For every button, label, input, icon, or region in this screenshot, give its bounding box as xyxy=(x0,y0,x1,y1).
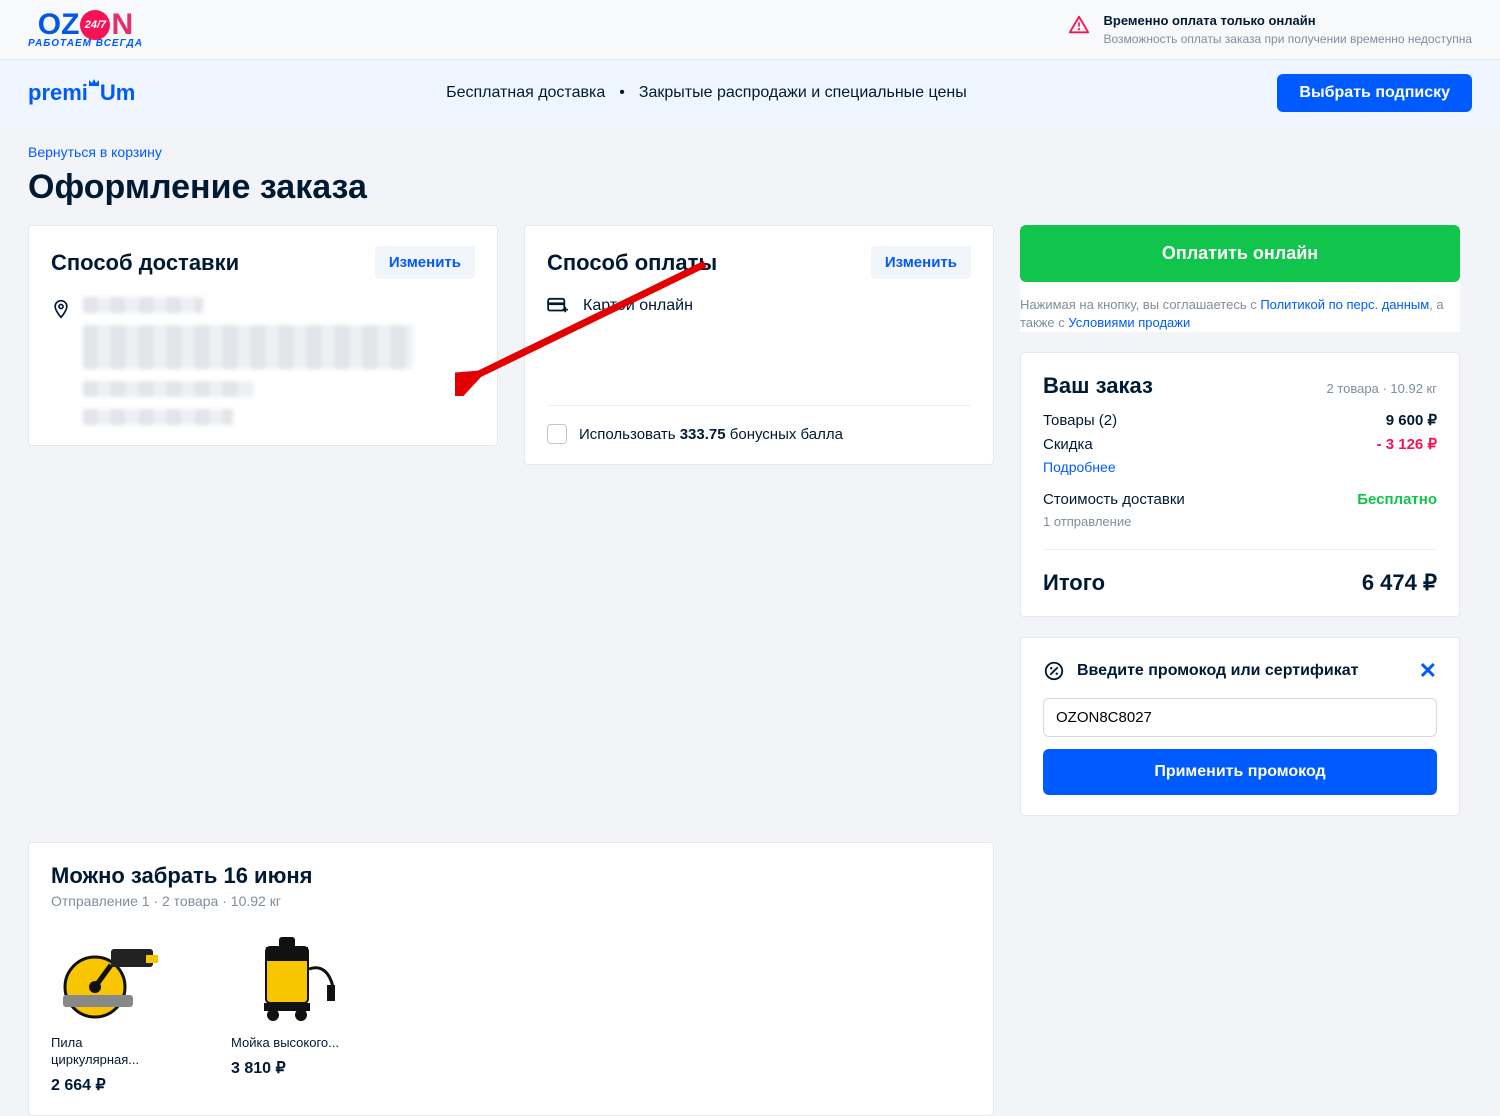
premium-logo[interactable]: premi Um xyxy=(28,80,135,106)
notice-title: Временно оплата только онлайн xyxy=(1104,12,1472,30)
goods-label: Товары (2) xyxy=(1043,412,1117,429)
payment-card: Способ оплаты Изменить Картой онлайн Исп… xyxy=(524,225,994,465)
change-delivery-button[interactable]: Изменить xyxy=(375,246,475,279)
pickup-sub: Отправление 1 · 2 товара · 10.92 кг xyxy=(51,893,971,909)
logo-tagline: РАБОТАЕМ ВСЕГДА xyxy=(28,39,143,49)
goods-value: 9 600 ₽ xyxy=(1386,411,1437,429)
item-name: Пила циркулярная... xyxy=(51,1035,171,1069)
shipping-sub: 1 отправление xyxy=(1043,514,1437,529)
item-price: 3 810 ₽ xyxy=(231,1058,351,1078)
logo-247-badge: 24/7 xyxy=(80,10,110,40)
order-item[interactable]: Мойка высокого... 3 810 ₽ xyxy=(231,935,351,1095)
item-thumbnail xyxy=(51,935,161,1025)
logo-text: OZ 24/7 N xyxy=(38,10,133,40)
apply-promo-button[interactable]: Применить промокод xyxy=(1043,749,1437,795)
change-payment-button[interactable]: Изменить xyxy=(871,246,971,279)
pay-online-button[interactable]: Оплатить онлайн xyxy=(1020,225,1460,282)
blurred-address xyxy=(83,297,413,425)
shipping-value: Бесплатно xyxy=(1357,491,1437,508)
item-name: Мойка высокого... xyxy=(231,1035,351,1052)
order-summary-card: Ваш заказ 2 товара · 10.92 кг Товары (2)… xyxy=(1020,352,1460,617)
item-price: 2 664 ₽ xyxy=(51,1075,171,1095)
delivery-title: Способ доставки xyxy=(51,250,239,276)
discount-label: Скидка xyxy=(1043,436,1093,453)
order-title: Ваш заказ xyxy=(1043,373,1153,399)
bonus-label: Использовать 333.75 бонусных балла xyxy=(579,426,843,443)
location-pin-icon xyxy=(51,299,71,319)
page-title: Оформление заказа xyxy=(28,168,1472,207)
privacy-policy-link[interactable]: Политикой по перс. данным xyxy=(1260,297,1429,312)
site-logo[interactable]: OZ 24/7 N РАБОТАЕМ ВСЕГДА xyxy=(28,10,143,49)
premium-benefit-1: Бесплатная доставка xyxy=(446,84,605,102)
agreement-text: Нажимая на кнопку, вы соглашаетесь с Пол… xyxy=(1020,296,1460,332)
premium-bar: premi Um Бесплатная доставка • Закрытые … xyxy=(0,60,1500,126)
premium-benefits: Бесплатная доставка • Закрытые распродаж… xyxy=(135,84,1277,102)
discount-value: - 3 126 ₽ xyxy=(1377,435,1437,453)
notice-subtitle: Возможность оплаты заказа при получении … xyxy=(1104,31,1472,47)
top-notice-bar: OZ 24/7 N РАБОТАЕМ ВСЕГДА Временно оплат… xyxy=(0,0,1500,60)
premium-benefit-2: Закрытые распродажи и специальные цены xyxy=(639,84,967,102)
pickup-card: Можно забрать 16 июня Отправление 1 · 2 … xyxy=(28,842,994,1116)
separator-dot: • xyxy=(619,84,625,102)
delivery-card: Способ доставки Изменить xyxy=(28,225,498,446)
shipping-label: Стоимость доставки xyxy=(1043,491,1185,508)
warning-icon xyxy=(1068,14,1090,36)
order-meta: 2 товара · 10.92 кг xyxy=(1327,381,1437,396)
payment-title: Способ оплаты xyxy=(547,250,717,276)
order-item[interactable]: Пила циркулярная... 2 664 ₽ xyxy=(51,935,171,1095)
card-icon xyxy=(547,297,569,315)
pickup-title: Можно забрать 16 июня xyxy=(51,863,971,889)
use-bonus-checkbox[interactable]: Использовать 333.75 бонусных балла xyxy=(547,405,971,444)
close-promo-icon[interactable]: ✕ xyxy=(1419,658,1437,684)
total-label: Итого xyxy=(1043,570,1105,596)
promo-header: Введите промокод или сертификат xyxy=(1077,662,1359,680)
total-value: 6 474 ₽ xyxy=(1362,570,1437,596)
choose-subscription-button[interactable]: Выбрать подписку xyxy=(1277,74,1472,112)
pay-block: Оплатить онлайн Нажимая на кнопку, вы со… xyxy=(1020,225,1460,332)
payment-notice: Временно оплата только онлайн Возможност… xyxy=(1068,12,1472,48)
sale-terms-link[interactable]: Условиями продажи xyxy=(1068,315,1190,330)
discount-details-link[interactable]: Подробнее xyxy=(1043,459,1116,475)
payment-method: Картой онлайн xyxy=(583,297,693,315)
checkbox-icon xyxy=(547,424,567,444)
promo-code-input[interactable] xyxy=(1043,698,1437,737)
back-to-cart-link[interactable]: Вернуться в корзину xyxy=(28,144,162,160)
item-thumbnail xyxy=(231,935,341,1025)
promo-icon xyxy=(1043,660,1065,682)
